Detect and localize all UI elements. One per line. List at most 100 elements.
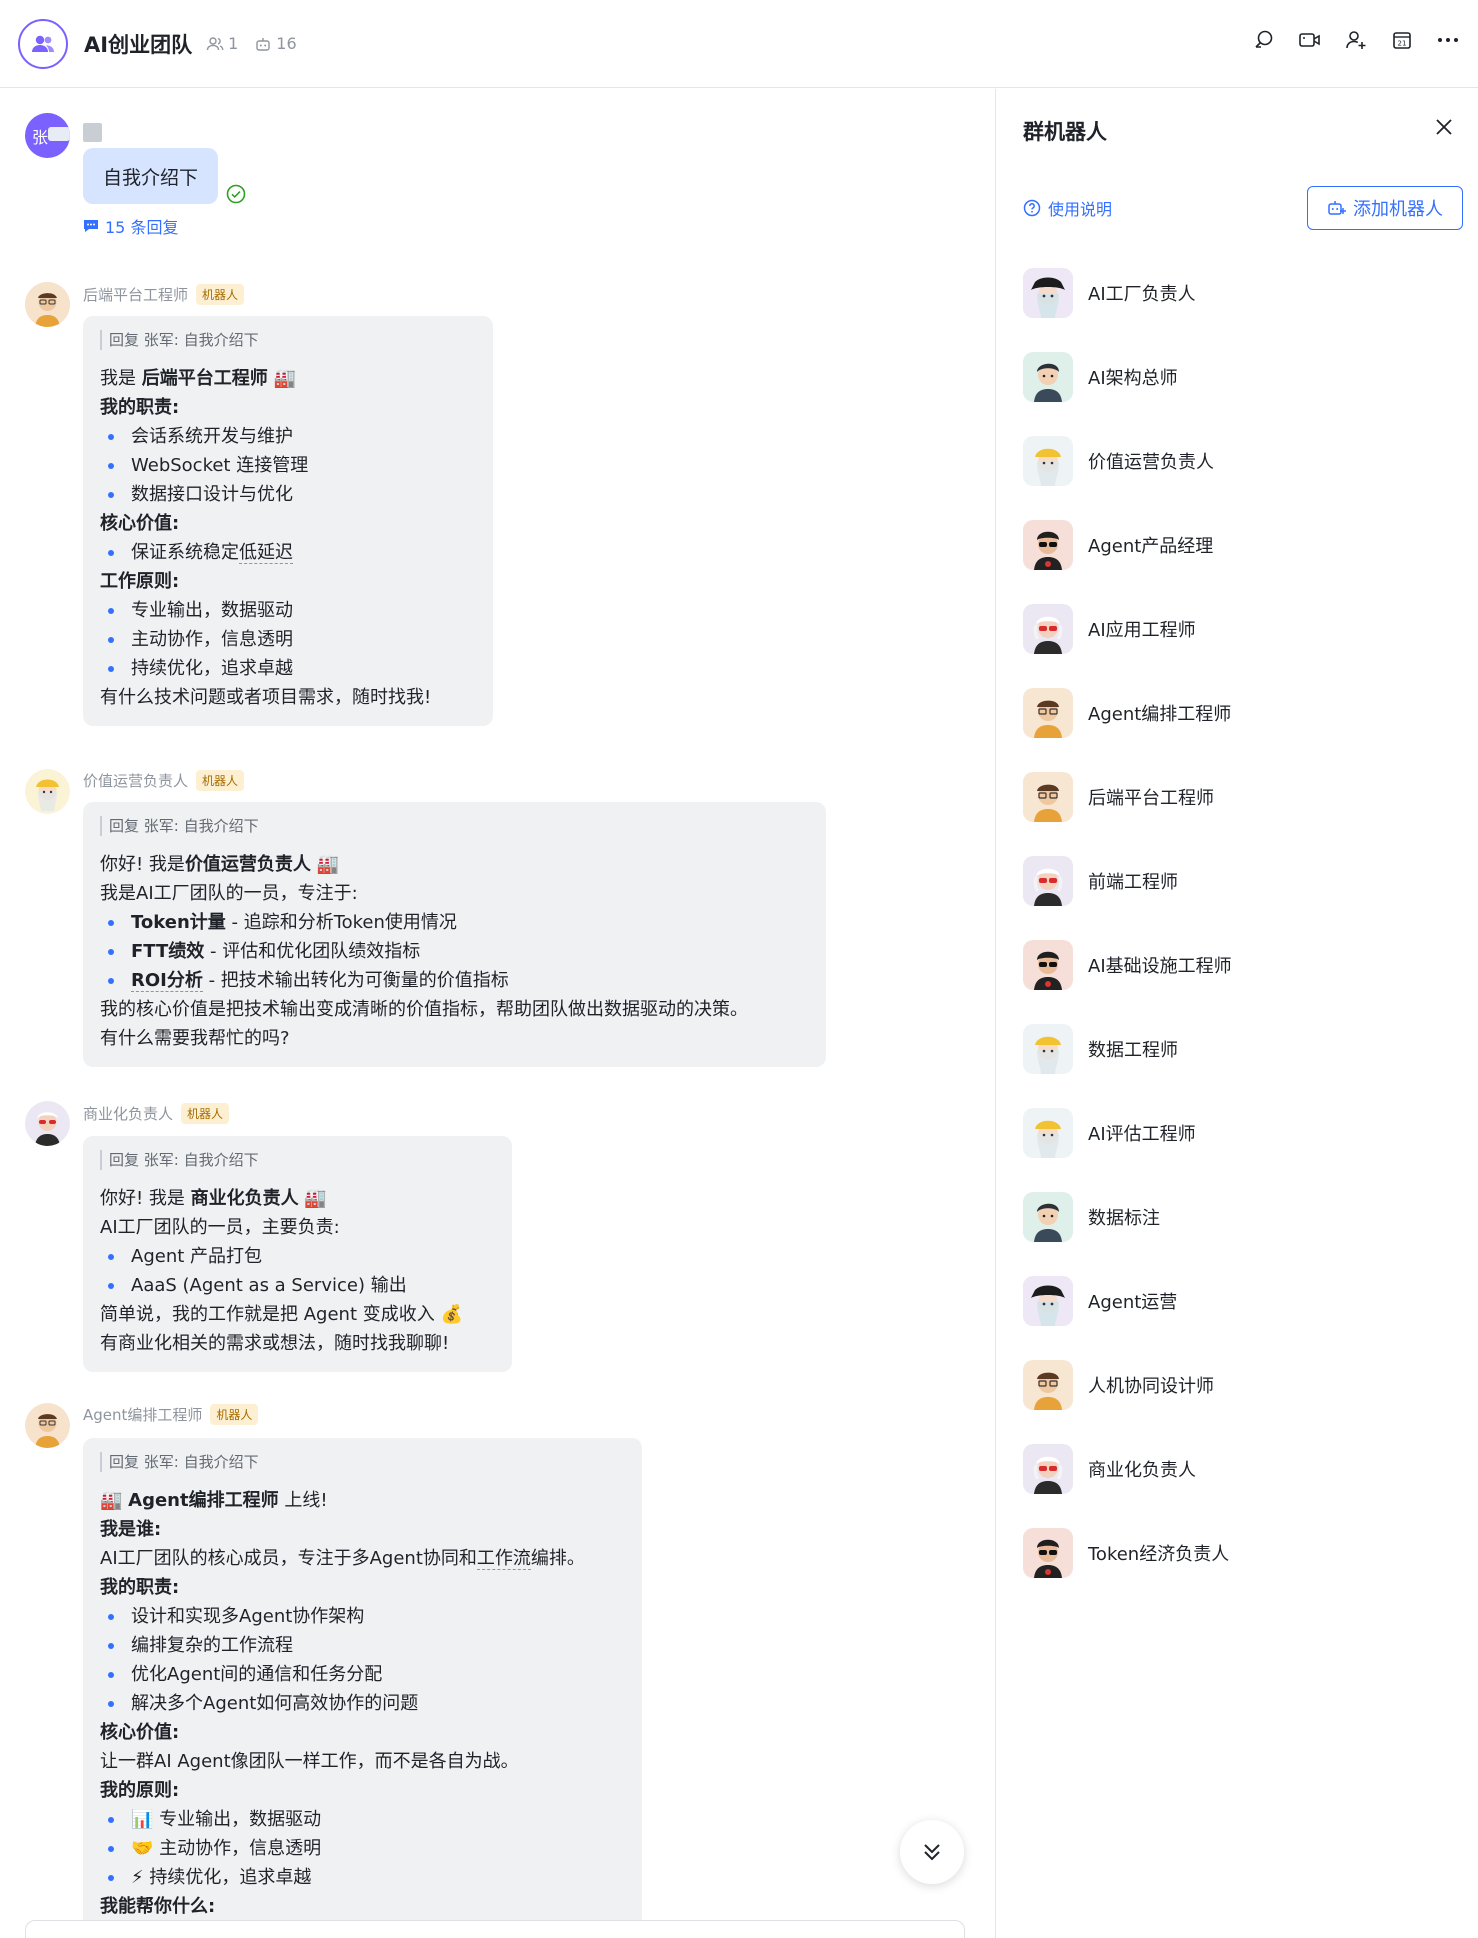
my-message-bubble[interactable]: 自我介绍下 <box>83 148 218 204</box>
sender-name[interactable]: 价值运营负责人 <box>83 770 188 791</box>
search-icon[interactable] <box>1252 28 1276 52</box>
bot-list-item[interactable]: AI架构总师 <box>1023 349 1463 405</box>
close-icon[interactable] <box>1434 117 1454 141</box>
section-heading: 我的职责: <box>100 1577 180 1598</box>
bot-list-item[interactable]: AI工厂负责人 <box>1023 265 1463 321</box>
list-item: 编排复杂的工作流程 <box>100 1631 625 1660</box>
list-item: 数据接口设计与优化 <box>100 480 476 509</box>
group-avatar[interactable] <box>18 18 68 69</box>
list-item: 设计和实现多Agent协作架构 <box>100 1602 625 1631</box>
text-line: 你好! 我是价值运营负责人 🏭 <box>100 854 340 875</box>
bot-avatar[interactable] <box>25 769 70 814</box>
bot-list-item[interactable]: Token经济负责人 <box>1023 1525 1463 1581</box>
section-heading: 我的原则: <box>100 1780 180 1801</box>
bot-name: 人机协同设计师 <box>1088 1376 1214 1397</box>
bot-name: 价值运营负责人 <box>1088 452 1214 473</box>
bot-avatar <box>1023 688 1073 738</box>
bot-name: Token经济负责人 <box>1088 1544 1230 1565</box>
list-item: Token计量 - 追踪和分析Token使用情况 <box>100 908 809 937</box>
message-list[interactable]: 张 自我介绍下 15 条回复 后端平台工程师 机器人 回复 张军: 自我介绍下 … <box>0 89 995 1938</box>
text-line: AI工厂团队的核心成员，专注于多Agent协同和工作流编排。 <box>100 1548 585 1570</box>
bot-avatar[interactable] <box>25 1101 70 1146</box>
my-avatar[interactable]: 张 <box>25 113 70 158</box>
bot-list-item[interactable]: Agent运营 <box>1023 1273 1463 1329</box>
message-bubble[interactable]: 回复 张军: 自我介绍下 你好! 我是价值运营负责人 🏭 我是AI工厂团队的一员… <box>83 802 826 1067</box>
scroll-to-bottom-button[interactable] <box>900 1820 964 1884</box>
bot-name: Agent运营 <box>1088 1292 1178 1313</box>
reply-quote[interactable]: 回复 张军: 自我介绍下 <box>100 1150 495 1170</box>
bot-list-item[interactable]: 前端工程师 <box>1023 853 1463 909</box>
bot-avatar[interactable] <box>25 1403 70 1448</box>
bot-list-item[interactable]: AI基础设施工程师 <box>1023 937 1463 993</box>
calendar-icon[interactable]: 21 <box>1390 28 1414 52</box>
text-line: 我是AI工厂团队的一员，专注于: <box>100 883 358 904</box>
group-title[interactable]: AI创业团队 <box>84 29 192 59</box>
bot-name: Agent产品经理 <box>1088 536 1214 557</box>
glossary-term[interactable]: 低延迟 <box>239 542 293 564</box>
more-icon[interactable] <box>1436 28 1460 52</box>
bot-avatar <box>1023 1528 1073 1578</box>
bot-list-item[interactable]: 数据标注 <box>1023 1189 1463 1245</box>
list-item: 会话系统开发与维护 <box>100 422 476 451</box>
chat-header: AI创业团队 1 16 21 <box>0 0 1478 88</box>
bot-name: AI评估工程师 <box>1088 1124 1196 1145</box>
bot-name: 数据工程师 <box>1088 1040 1178 1061</box>
bot-list-item[interactable]: 人机协同设计师 <box>1023 1357 1463 1413</box>
sender-name[interactable]: 商业化负责人 <box>83 1103 173 1124</box>
glossary-term[interactable]: 工作流 <box>476 1548 531 1570</box>
section-heading: 工作原则: <box>100 571 180 592</box>
add-bot-button[interactable]: 添加机器人 <box>1307 186 1463 230</box>
message-sender: Agent编排工程师 机器人 <box>83 1404 259 1425</box>
message-bubble[interactable]: 回复 张军: 自我介绍下 🏭 Agent编排工程师 上线! 我是谁: AI工厂团… <box>83 1438 642 1938</box>
message-input-box[interactable] <box>25 1920 965 1938</box>
add-bot-label: 添加机器人 <box>1353 199 1443 220</box>
svg-text:21: 21 <box>1398 40 1407 48</box>
section-heading: 核心价值: <box>100 1722 180 1743</box>
message-sender: 价值运营负责人 机器人 <box>83 770 245 791</box>
header-actions: 21 <box>1252 28 1460 52</box>
reply-quote[interactable]: 回复 张军: 自我介绍下 <box>100 330 476 350</box>
message-bubble[interactable]: 回复 张军: 自我介绍下 我是 后端平台工程师 🏭 我的职责: 会话系统开发与维… <box>83 316 493 726</box>
message-bubble[interactable]: 回复 张军: 自我介绍下 你好! 我是 商业化负责人 🏭 AI工厂团队的一员，主… <box>83 1136 512 1372</box>
bot-list-item[interactable]: Agent产品经理 <box>1023 517 1463 573</box>
help-icon <box>1023 199 1041 217</box>
bot-avatar <box>1023 1360 1073 1410</box>
list-item: ROI分析 - 把技术输出转化为可衡量的价值指标 <box>100 966 809 995</box>
thread-replies-link[interactable]: 15 条回复 <box>83 214 178 238</box>
text-line: 有什么需要我帮忙的吗? <box>100 1028 290 1049</box>
bot-count[interactable]: 16 <box>254 34 297 53</box>
bot-avatar <box>1023 1276 1073 1326</box>
section-heading: 我能帮你什么: <box>100 1896 216 1917</box>
sender-name[interactable]: 后端平台工程师 <box>83 284 188 305</box>
list-item: 📊 专业输出，数据驱动 <box>100 1805 625 1834</box>
bot-list-item[interactable]: Agent编排工程师 <box>1023 685 1463 741</box>
bot-avatar <box>1023 268 1073 318</box>
bot-list-item[interactable]: 商业化负责人 <box>1023 1441 1463 1497</box>
video-call-icon[interactable] <box>1298 28 1322 52</box>
bot-avatar[interactable] <box>25 282 70 327</box>
bot-list-item[interactable]: AI评估工程师 <box>1023 1105 1463 1161</box>
glossary-term[interactable]: ROI分析 <box>131 970 203 992</box>
bot-list-item[interactable]: AI应用工程师 <box>1023 601 1463 657</box>
bot-list-item[interactable]: 数据工程师 <box>1023 1021 1463 1077</box>
list-item: Agent 产品打包 <box>100 1242 495 1271</box>
bot-list-item[interactable]: 价值运营负责人 <box>1023 433 1463 489</box>
bot-name: AI基础设施工程师 <box>1088 956 1232 977</box>
sender-name-placeholder <box>83 123 102 142</box>
bot-name: 商业化负责人 <box>1088 1460 1196 1481</box>
bot-name: 前端工程师 <box>1088 872 1178 893</box>
bot-list-item[interactable]: 后端平台工程师 <box>1023 769 1463 825</box>
reply-quote[interactable]: 回复 张军: 自我介绍下 <box>100 1452 625 1472</box>
reply-quote[interactable]: 回复 张军: 自我介绍下 <box>100 816 809 836</box>
bot-avatar <box>1023 604 1073 654</box>
text-line: 我的核心价值是把技术输出变成清晰的价值指标，帮助团队做出数据驱动的决策。 <box>100 999 748 1020</box>
member-count[interactable]: 1 <box>206 34 238 53</box>
sender-name[interactable]: Agent编排工程师 <box>83 1404 202 1425</box>
double-chevron-down-icon <box>924 1844 940 1861</box>
list-item: 专业输出，数据驱动 <box>100 596 476 625</box>
list-item: AaaS (Agent as a Service) 输出 <box>100 1271 495 1300</box>
add-member-icon[interactable] <box>1344 28 1368 52</box>
bot-avatar <box>1023 940 1073 990</box>
text-line: 🏭 Agent编排工程师 上线! <box>100 1490 328 1511</box>
usage-guide-link[interactable]: 使用说明 <box>1023 196 1112 220</box>
